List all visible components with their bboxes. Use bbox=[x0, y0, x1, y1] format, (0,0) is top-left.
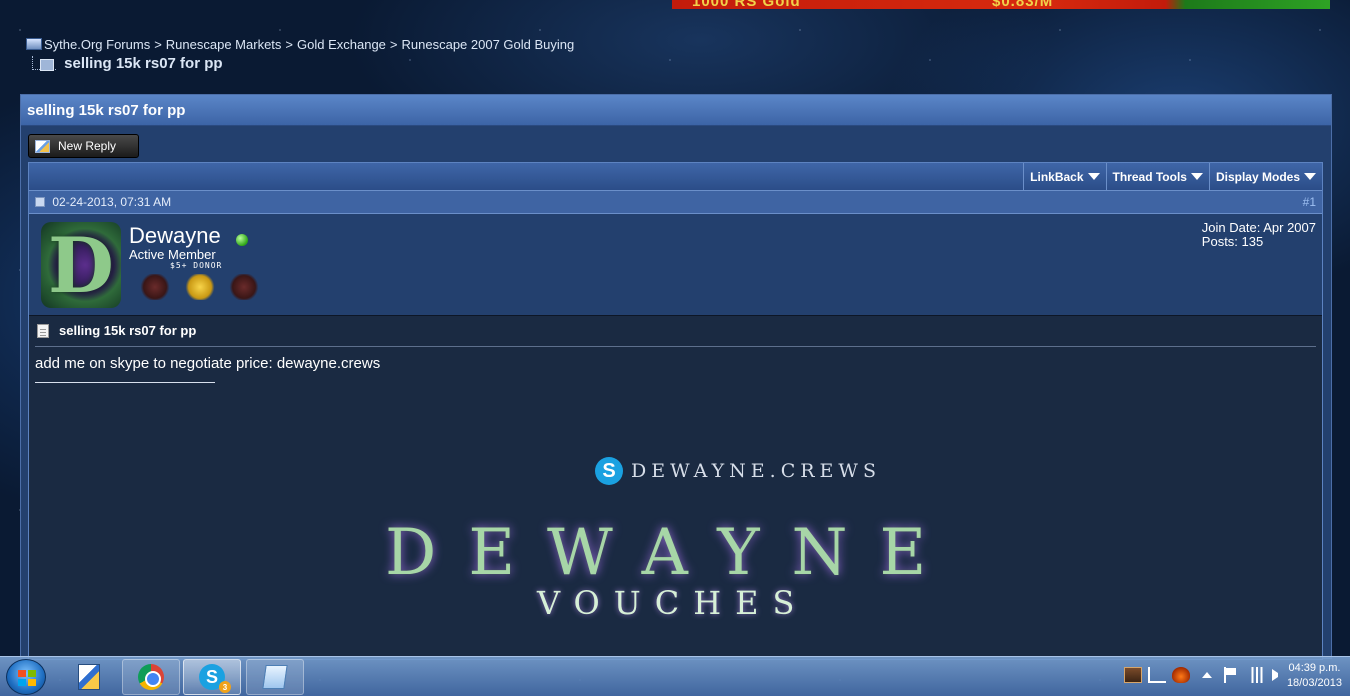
banner-ad-text-right: $0.83/M bbox=[992, 0, 1054, 10]
user-title: Active Member bbox=[129, 247, 216, 262]
chevron-down-icon bbox=[1087, 173, 1100, 180]
signature-skype-name: DEWAYNE.CREWS bbox=[631, 460, 881, 482]
gold-coins-badge-icon bbox=[184, 274, 216, 300]
chrome-icon bbox=[138, 664, 164, 690]
current-thread-title: selling 15k rs07 for pp bbox=[64, 55, 223, 72]
clock-time: 04:39 p.m. bbox=[1288, 662, 1341, 674]
signature-skype: S DEWAYNE.CREWS bbox=[595, 457, 881, 485]
taskbar-app-chrome[interactable] bbox=[122, 659, 180, 695]
signature-subtitle[interactable]: VOUCHES bbox=[537, 584, 808, 622]
online-status-icon bbox=[236, 234, 248, 246]
post-body: selling 15k rs07 for pp add me on skype … bbox=[29, 316, 1322, 659]
banner-ad-text-left: 1000 RS Gold bbox=[692, 0, 801, 10]
signature-name: DEWAYNE bbox=[385, 516, 959, 590]
display-modes-menu[interactable]: Display Modes bbox=[1208, 163, 1322, 190]
breadcrumb-item-rs2007-gold-buying[interactable]: Runescape 2007 Gold Buying bbox=[402, 37, 575, 52]
linkback-label: LinkBack bbox=[1030, 169, 1084, 184]
system-tray bbox=[1124, 667, 1284, 683]
post-old-icon bbox=[35, 197, 45, 207]
post-message: add me on skype to negotiate price: dewa… bbox=[35, 355, 381, 372]
skype-badge-count: 3 bbox=[219, 681, 231, 693]
volume-icon[interactable] bbox=[1272, 669, 1284, 681]
post-title-row: selling 15k rs07 for pp bbox=[35, 316, 1316, 347]
post-count: Posts: 135 bbox=[1201, 234, 1264, 249]
chevron-down-icon bbox=[1190, 173, 1203, 180]
breadcrumb-item-forums[interactable]: Sythe.Org Forums bbox=[44, 37, 150, 52]
clock-date: 18/03/2013 bbox=[1286, 677, 1342, 689]
post-date: 02-24-2013, 07:31 AM bbox=[52, 195, 172, 209]
thread-title-bar: selling 15k rs07 for pp bbox=[21, 95, 1331, 126]
windows-taskbar: S3 04:39 p.m. 18/03/2013 bbox=[0, 656, 1350, 696]
thread-panel: selling 15k rs07 for pp New Reply LinkBa… bbox=[20, 94, 1332, 660]
new-reply-label: New Reply bbox=[58, 139, 117, 153]
pencil-icon bbox=[35, 139, 50, 153]
taskbar-app-pen[interactable] bbox=[60, 659, 118, 695]
breadcrumb-item-runescape-markets[interactable]: Runescape Markets bbox=[166, 37, 282, 52]
thread-tools-label: Thread Tools bbox=[1112, 169, 1187, 184]
post-number-link[interactable]: #1 bbox=[1303, 195, 1316, 209]
donor-tag: $5+ DONOR bbox=[170, 261, 223, 270]
post-title: selling 15k rs07 for pp bbox=[59, 323, 197, 338]
coal-badge-icon bbox=[228, 274, 260, 300]
skype-icon: S3 bbox=[199, 664, 231, 693]
linkback-menu[interactable]: LinkBack bbox=[1023, 163, 1105, 190]
taskbar-clock[interactable]: 04:39 p.m. 18/03/2013 bbox=[1287, 661, 1342, 691]
join-date: Join Date: Apr 2007 bbox=[1201, 220, 1316, 235]
windows-logo-icon bbox=[18, 670, 36, 686]
network-icon[interactable] bbox=[1148, 667, 1166, 683]
user-avatar[interactable]: D bbox=[41, 222, 121, 308]
post-container: LinkBack Thread Tools Display Modes 02-2… bbox=[28, 162, 1323, 660]
username-link[interactable]: Dewayne bbox=[129, 223, 221, 249]
new-reply-button[interactable]: New Reply bbox=[28, 134, 139, 158]
taskbar-app-skype[interactable]: S3 bbox=[183, 659, 241, 695]
coal-badge-icon bbox=[139, 274, 171, 300]
join-info: Join Date: Apr 2007 Posts: 135 bbox=[1202, 221, 1316, 249]
show-hidden-icons-icon[interactable] bbox=[1202, 672, 1212, 678]
display-modes-label: Display Modes bbox=[1215, 169, 1300, 184]
signal-strength-icon[interactable] bbox=[1248, 667, 1266, 683]
start-button[interactable] bbox=[6, 659, 46, 695]
pen-tool-icon bbox=[78, 664, 100, 690]
tray-app-icon[interactable] bbox=[1124, 667, 1142, 683]
skype-icon: S bbox=[595, 457, 623, 485]
firewall-icon[interactable] bbox=[1172, 667, 1190, 683]
thread-toolbar: LinkBack Thread Tools Display Modes bbox=[29, 163, 1322, 191]
user-info: D Dewayne Active Member $5+ DONOR Join D… bbox=[29, 214, 1322, 316]
breadcrumb-item-gold-exchange[interactable]: Gold Exchange bbox=[297, 37, 386, 52]
notepad-icon bbox=[262, 665, 288, 689]
taskbar-app-notepad[interactable] bbox=[246, 659, 304, 695]
document-icon bbox=[37, 323, 49, 338]
chevron-down-icon bbox=[1304, 173, 1316, 180]
forum-home-icon[interactable] bbox=[26, 38, 42, 50]
post-header: 02-24-2013, 07:31 AM #1 bbox=[29, 191, 1322, 214]
breadcrumb: Sythe.Org Forums > Runescape Markets > Gold … bbox=[26, 37, 574, 52]
breadcrumb-separator: > bbox=[389, 37, 398, 52]
folder-tree-icon bbox=[32, 56, 56, 71]
thread-tools-menu[interactable]: Thread Tools bbox=[1105, 163, 1209, 190]
banner-ad[interactable]: 1000 RS Gold $0.83/M bbox=[672, 0, 1330, 10]
current-thread-line: selling 15k rs07 for pp bbox=[32, 55, 223, 72]
signature-divider bbox=[35, 382, 215, 383]
breadcrumb-separator: > bbox=[154, 37, 162, 52]
breadcrumb-separator: > bbox=[285, 37, 294, 52]
action-center-flag-icon[interactable] bbox=[1224, 667, 1242, 683]
